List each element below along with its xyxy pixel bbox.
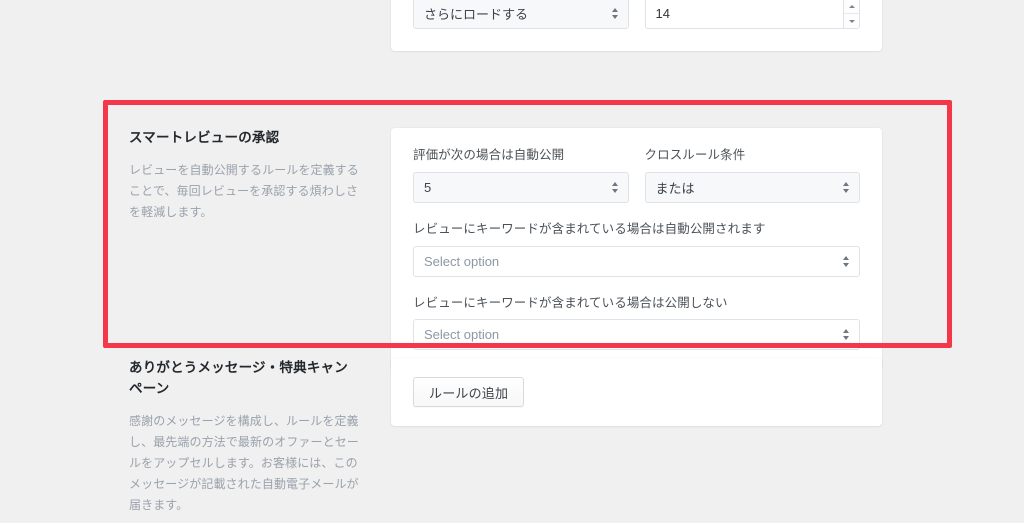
stepper-up-arrow-icon[interactable] — [844, 0, 859, 13]
select-value-pagination-type: さらにロードする — [424, 6, 529, 22]
field-label-block-keywords: レビューにキーワードが含まれている場合は公開しない — [413, 295, 728, 310]
sort-arrows-icon — [611, 6, 619, 20]
field-label-cross-rule-condition: クロスルール条件 — [644, 148, 746, 162]
number-input-font-size[interactable]: 14 — [644, 0, 860, 29]
field-auto-publish-keywords: レビューにキーワードが含まれている場合は自動公開されます Select opti… — [413, 220, 860, 277]
pagination-settings-card: ページネーションの種類 さらにロードする 文字サイズ 14 — [391, 0, 882, 51]
field-pagination-type: ページネーションの種類 さらにロードする — [413, 0, 629, 29]
smart-review-card: 評価が次の場合は自動公開 5 クロスルール条件 または レビューにキーワードが含… — [391, 128, 882, 371]
thanks-message-section: ありがとうメッセージ・特典キャンペーン 感謝のメッセージを構成し、ルールを定義し… — [129, 358, 882, 516]
sort-arrows-icon — [842, 328, 850, 342]
field-font-size: 文字サイズ 14 — [644, 0, 860, 29]
sort-arrows-icon — [842, 180, 850, 194]
section-title-thanks: ありがとうメッセージ・特典キャンペーン — [129, 360, 348, 396]
font-size-value: 14 — [655, 5, 670, 21]
sort-arrows-icon — [842, 254, 850, 268]
field-label-auto-publish-rating: 評価が次の場合は自動公開 — [413, 148, 565, 162]
section-title-smart-review: スマートレビューの承認 — [129, 130, 280, 145]
select-value-cross-rule-condition: または — [655, 180, 695, 196]
pagination-fields-row: ページネーションの種類 さらにロードする 文字サイズ 14 — [413, 0, 860, 29]
settings-page: ページネーションの種類 さらにロードする 文字サイズ 14 — [0, 0, 1024, 523]
field-label-auto-publish-keywords: レビューにキーワードが含まれている場合は自動公開されます — [413, 221, 766, 236]
number-input-value-font-size[interactable]: 14 — [644, 0, 843, 29]
field-cross-rule-condition: クロスルール条件 または — [644, 146, 860, 203]
select-block-keywords[interactable]: Select option — [413, 319, 860, 351]
quantity-stepper[interactable] — [843, 0, 860, 29]
section-body-smart-review: レビューを自動公開するルールを定義することで、毎回レビューを承認する煩わしさを軽… — [129, 162, 359, 219]
select-value-block-keywords: Select option — [424, 327, 500, 343]
smart-review-approval-section: スマートレビューの承認 レビューを自動公開するルールを定義することで、毎回レビュ… — [129, 128, 882, 371]
select-value-auto-publish-keywords: Select option — [424, 253, 500, 269]
field-block-keywords: レビューにキーワードが含まれている場合は公開しない Select option — [413, 294, 860, 351]
smart-review-description-column: スマートレビューの承認 レビューを自動公開するルールを定義することで、毎回レビュ… — [129, 128, 391, 223]
stepper-down-arrow-icon[interactable] — [844, 13, 859, 28]
select-pagination-type[interactable]: さらにロードする — [413, 0, 629, 29]
select-value-auto-publish-rating: 5 — [424, 179, 432, 195]
sort-arrows-icon — [611, 180, 619, 194]
field-auto-publish-rating: 評価が次の場合は自動公開 5 — [413, 146, 629, 203]
section-body-thanks: 感謝のメッセージを構成し、ルールを定義し、最先端の方法で最新のオファーとセールを… — [129, 413, 359, 512]
thanks-card: ルールの追加 — [391, 358, 882, 426]
select-cross-rule-condition[interactable]: または — [644, 171, 860, 203]
smart-review-top-row: 評価が次の場合は自動公開 5 クロスルール条件 または — [413, 146, 860, 203]
select-auto-publish-keywords[interactable]: Select option — [413, 245, 860, 277]
add-rule-button[interactable]: ルールの追加 — [413, 377, 525, 407]
thanks-description-column: ありがとうメッセージ・特典キャンペーン 感謝のメッセージを構成し、ルールを定義し… — [129, 358, 391, 516]
select-auto-publish-rating[interactable]: 5 — [413, 171, 629, 203]
